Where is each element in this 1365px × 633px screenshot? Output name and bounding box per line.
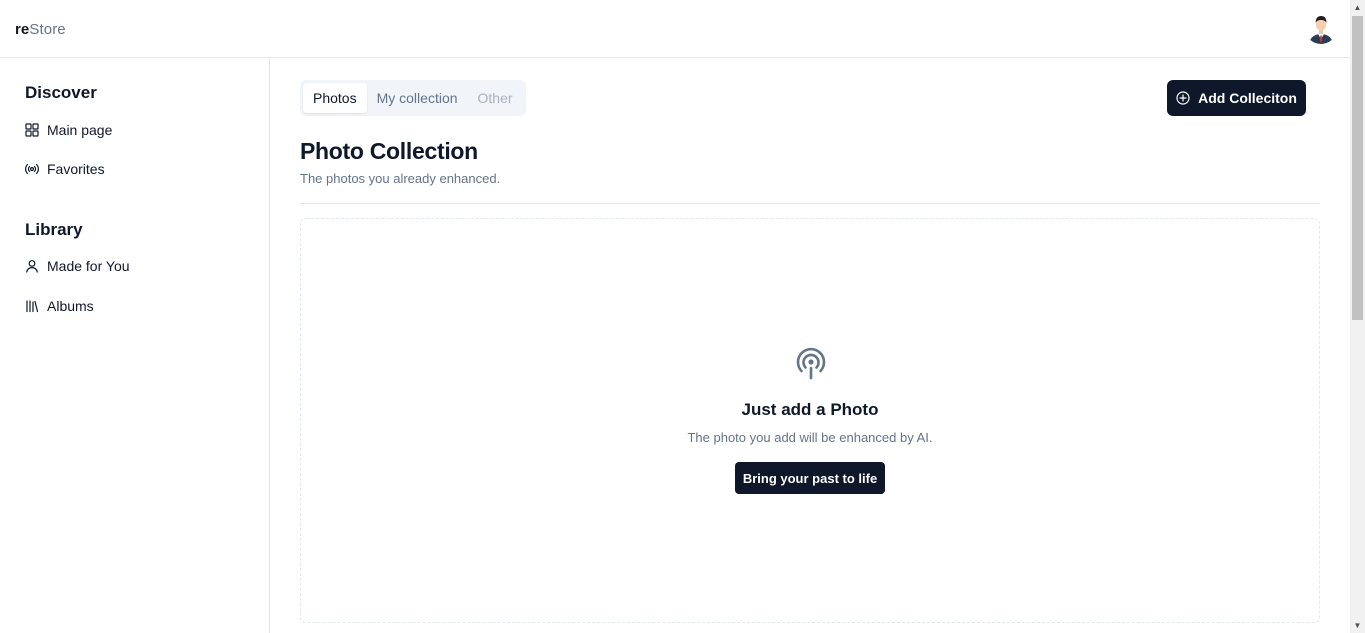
plus-circle-icon [1176,91,1190,105]
tab-photos[interactable]: Photos [303,83,367,113]
sidebar-item-label: Main page [47,122,113,138]
tab-list: Photos My collection Other [300,80,526,116]
user-icon [26,260,38,273]
sidebar-item-label: Albums [47,298,94,314]
top-bar: reStore [0,0,1350,58]
vertical-scrollbar[interactable]: ▲ ▼ [1350,0,1365,633]
podcast-icon [796,347,826,380]
add-collection-label: Add Colleciton [1198,90,1297,106]
sidebar: Discover Main page Favorites Library Mad… [0,58,270,633]
scroll-up-arrow-icon[interactable]: ▲ [1350,0,1365,15]
app-logo[interactable]: reStore [15,21,66,38]
divider [300,203,1320,204]
logo-light-text: Store [29,21,66,38]
tab-other[interactable]: Other [468,83,523,113]
tab-my-collection[interactable]: My collection [367,83,468,113]
bring-to-life-button[interactable]: Bring your past to life [735,462,885,494]
empty-state-panel: Just add a Photo The photo you add will … [300,218,1320,623]
discover-section-title: Discover [25,83,97,102]
grid-icon [25,123,39,137]
user-avatar-icon[interactable] [1305,12,1337,44]
library-section-title: Library [25,220,83,239]
logo-strong-text: re [15,21,30,38]
add-collection-button[interactable]: Add Colleciton [1167,80,1306,116]
page-subtitle: The photos you already enhanced. [300,171,501,186]
broadcast-icon [25,163,39,175]
scroll-thumb[interactable] [1352,16,1363,320]
sidebar-item-made-for-you[interactable]: Made for You [25,256,130,276]
sidebar-item-label: Favorites [47,161,105,177]
empty-state-description: The photo you add will be enhanced by AI… [687,430,933,445]
sidebar-item-albums[interactable]: Albums [25,296,94,316]
sidebar-item-label: Made for You [47,258,130,274]
page-title: Photo Collection [300,138,478,164]
library-icon [26,300,39,313]
scroll-down-arrow-icon[interactable]: ▼ [1350,618,1365,633]
sidebar-item-main-page[interactable]: Main page [25,120,112,140]
sidebar-item-favorites[interactable]: Favorites [25,159,105,179]
empty-state-title: Just add a Photo [741,400,879,419]
